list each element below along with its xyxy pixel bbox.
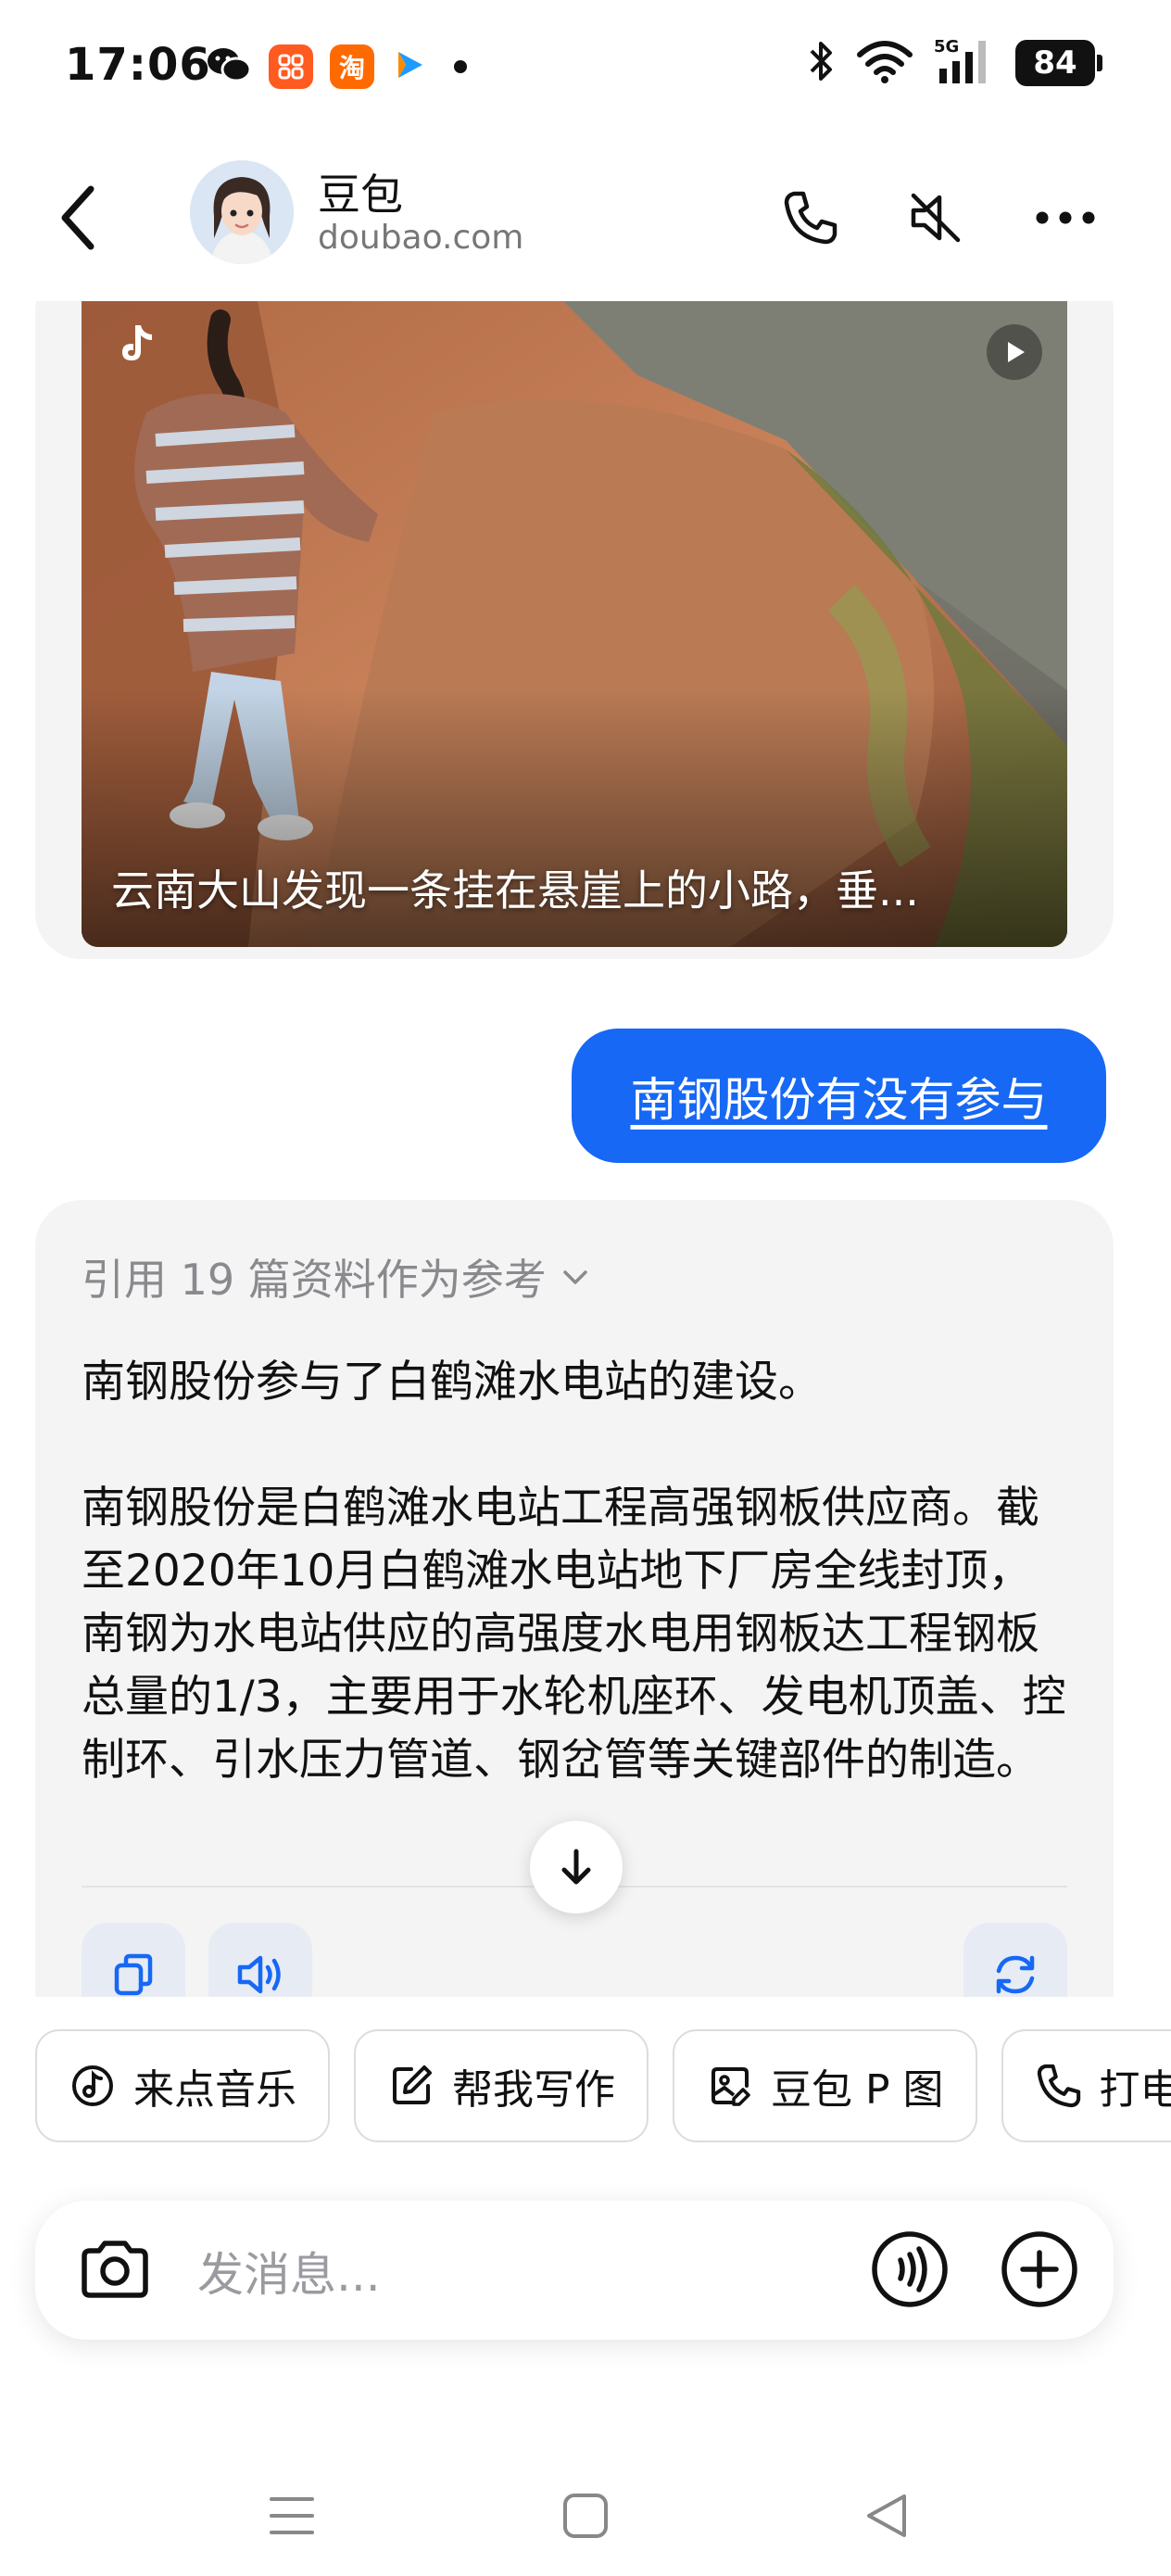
menu-icon [270, 2497, 314, 2534]
status-indicators: 5G 84 [808, 37, 1102, 89]
system-navigation-bar [0, 2446, 1171, 2576]
chip-label: 豆包 P 图 [771, 2066, 944, 2114]
answer-paragraph: 南钢股份参与了白鹤滩水电站的建设。 [82, 1357, 822, 1408]
xiaohongshu-icon [269, 44, 313, 89]
chip-writing[interactable]: 帮我写作 [354, 2029, 648, 2142]
chat-header: 豆包 doubao.com [0, 139, 1171, 301]
wifi-icon [856, 38, 913, 88]
more-options-button[interactable] [1028, 181, 1102, 255]
bluetooth-icon [808, 38, 836, 88]
suggestion-chips: 来点音乐 帮我写作 豆包 P 图 打电 [35, 2029, 1171, 2142]
image-edit-icon [711, 2067, 750, 2106]
avatar[interactable] [190, 160, 294, 264]
plus-circle-icon [1001, 2231, 1077, 2307]
answer-paragraph: 南钢股份是白鹤滩水电站工程高强钢板供应商。截至2020年10月白鹤滩水电站地下厂… [82, 1483, 1066, 1786]
assistant-answer: 南钢股份参与了白鹤滩水电站的建设。 南钢股份是白鹤滩水电站工程高强钢板供应商。截… [82, 1351, 1067, 1855]
regenerate-button[interactable] [963, 1923, 1067, 1997]
more-horizontal-icon [1036, 211, 1095, 224]
message-input[interactable]: 发消息... [197, 2238, 381, 2305]
references-label: 引用 19 篇资料作为参考 [82, 1255, 547, 1305]
chip-music[interactable]: 来点音乐 [35, 2029, 330, 2142]
tiktok-icon [113, 320, 161, 372]
bot-name: 豆包 [318, 170, 403, 220]
notification-icons: 淘 [206, 44, 467, 89]
screen: 17:06 淘 5G 84 豆包 doubao.com 云南大山发现一条挂在悬崖… [0, 0, 1171, 2576]
mute-button[interactable] [899, 181, 973, 255]
voice-icon [872, 2231, 948, 2307]
video-thumbnail[interactable] [82, 301, 1067, 947]
play-icon [391, 46, 428, 87]
nav-back-button[interactable] [845, 2474, 928, 2557]
camera-icon [82, 2241, 148, 2298]
camera-button[interactable] [77, 2232, 153, 2312]
speaker-icon [237, 1955, 281, 1994]
taobao-icon: 淘 [330, 44, 374, 89]
user-message-bubble[interactable]: 南钢股份有没有参与 [572, 1029, 1106, 1163]
message-input-bar: 发消息... [35, 2201, 1114, 2340]
chip-phone[interactable]: 打电 [1001, 2029, 1171, 2142]
references-toggle[interactable]: 引用 19 篇资料作为参考 [82, 1246, 591, 1307]
arrow-down-icon [561, 1849, 591, 1885]
battery-indicator: 84 [1015, 40, 1102, 86]
music-icon [72, 2065, 113, 2106]
status-bar: 17:06 淘 5G 84 [0, 0, 1171, 139]
chevron-left-icon [61, 185, 94, 250]
triangle-back-icon [867, 2494, 906, 2537]
read-aloud-button[interactable] [208, 1923, 312, 1997]
phone-icon [784, 191, 837, 245]
scroll-to-bottom-button[interactable] [530, 1821, 623, 1913]
copy-button[interactable] [82, 1923, 185, 1997]
edit-icon [393, 2065, 432, 2104]
cellular-signal-icon: 5G [934, 37, 995, 89]
chevron-down-icon [563, 1270, 587, 1284]
add-attachment-button[interactable] [999, 2229, 1080, 2314]
chip-photo-edit[interactable]: 豆包 P 图 [673, 2029, 977, 2142]
phone-icon [1037, 2064, 1080, 2108]
call-button[interactable] [774, 181, 848, 255]
speaker-mute-icon [911, 193, 961, 243]
status-time: 17:06 [65, 39, 211, 91]
user-message-text: 南钢股份有没有参与 [630, 1072, 1048, 1127]
wechat-icon [206, 44, 252, 89]
more-notifications-dot [454, 60, 467, 73]
copy-icon [114, 1953, 153, 1996]
chat-messages[interactable]: 云南大山发现一条挂在悬崖上的小路，垂... 南钢股份有没有参与 引用 19 篇资… [0, 301, 1171, 1997]
svg-text:5G: 5G [934, 37, 959, 57]
voice-call-button[interactable] [869, 2229, 951, 2314]
chip-label: 帮我写作 [452, 2066, 615, 2114]
square-icon [563, 2494, 608, 2538]
home-button[interactable] [544, 2474, 627, 2557]
chip-label: 打电 [1099, 2066, 1171, 2114]
bot-domain: doubao.com [318, 219, 524, 257]
back-button[interactable] [46, 176, 111, 259]
refresh-icon [996, 1955, 1035, 1994]
video-play-icon[interactable] [987, 324, 1042, 380]
recent-apps-button[interactable] [250, 2474, 334, 2557]
chip-label: 来点音乐 [133, 2066, 296, 2114]
video-caption: 云南大山发现一条挂在悬崖上的小路，垂... [111, 865, 919, 915]
